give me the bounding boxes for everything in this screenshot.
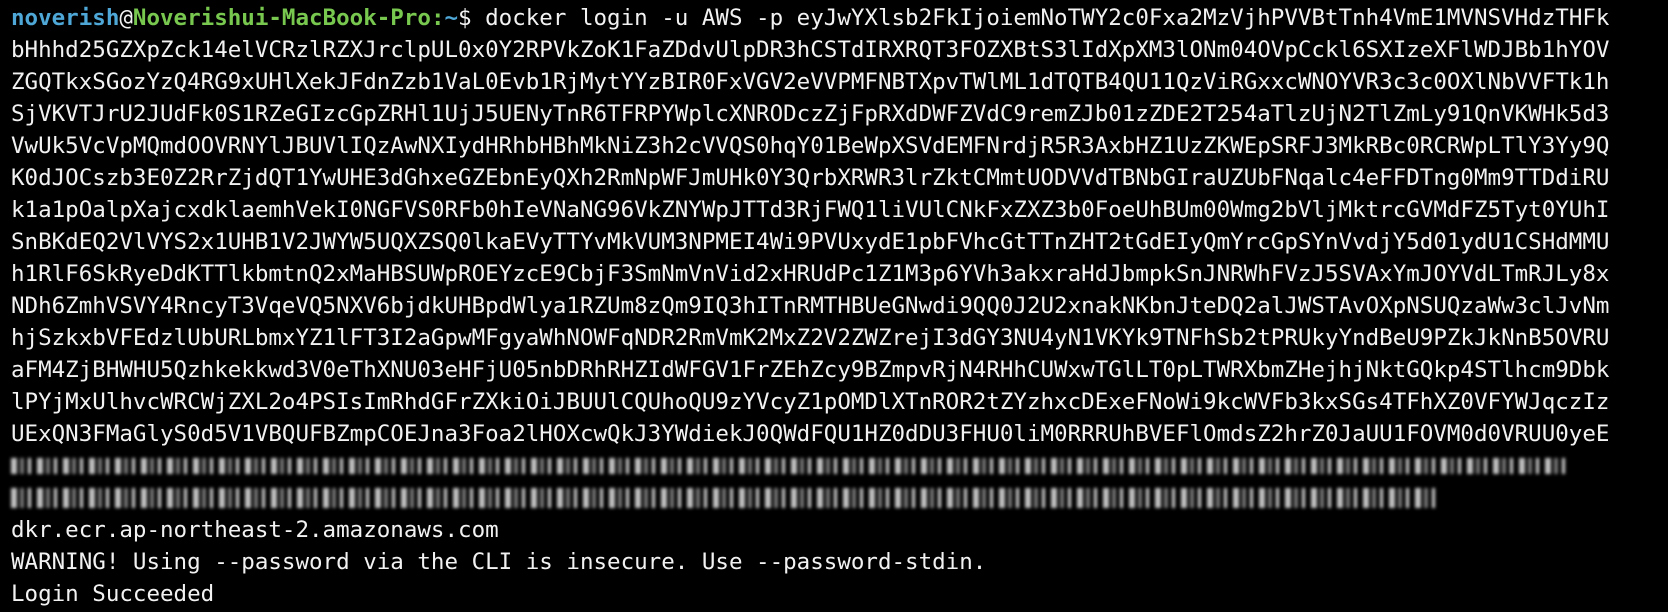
- output-success-line: Login Succeeded: [11, 581, 215, 607]
- terminal-window[interactable]: noverish@Noverishui-MacBook-Pro:~$ docke…: [0, 0, 1668, 612]
- output-registry-line: dkr.ecr.ap-northeast-2.amazonaws.com: [11, 517, 499, 543]
- prompt-at-sign: @: [119, 5, 133, 31]
- token-line: h1RlF6SkRyeDdKTTlkbmtnQ2xMaHBSUWpROEYzcE…: [11, 261, 1610, 287]
- token-line: NDh6ZmhVSVY4RncyT3VqeVQ5NXV6bjdkUHBpdWly…: [11, 293, 1610, 319]
- redacted-token-line: [11, 482, 1668, 514]
- token-line: SjVKVTJrU2JUdFk0S1RZeGIzcGpZRHl1UjJ5UENy…: [11, 101, 1610, 127]
- token-line: k1a1pOalpXajcxdklaemhVekI0NGFVS0RFb0hIeV…: [11, 197, 1610, 223]
- output-warning-line: WARNING! Using --password via the CLI is…: [11, 549, 987, 575]
- redacted-token-line: [11, 450, 1668, 482]
- token-line: VwUk5VcVpMQmdOOVRNYlJBUVlIQzAwNXIydHRhbH…: [11, 133, 1610, 159]
- token-line: bHhhd25GZXpZck14elVCRzlRZXJrclpUL0x0Y2RP…: [11, 37, 1610, 63]
- prompt-dollar: $: [458, 5, 472, 31]
- prompt-path: ~: [444, 5, 459, 31]
- token-line: lPYjMxUlhvcWRCWjZXL2o4PSIsImRhdGFrZXkiOi…: [11, 389, 1610, 415]
- token-line: hjSzkxbVFEdzlUbURLbmxYZ1lFT3I2aGpwMFgyaW…: [11, 325, 1610, 351]
- command-text: docker login -u AWS -p eyJwYXlsb2FkIjoie…: [471, 5, 1610, 31]
- prompt-user: noverish: [11, 5, 120, 31]
- prompt-hostname: Noverishui-MacBook-Pro: [132, 5, 431, 31]
- redaction-blur: [11, 488, 1441, 508]
- command-line: noverish@Noverishui-MacBook-Pro:~$ docke…: [11, 2, 1668, 34]
- token-line: aFM4ZjBHWHU5Qzhkekkwd3V0eThXNU03eHFjU05n…: [11, 357, 1610, 383]
- token-line: UExQN3FMaGlyS0d5V1VBQUFBZmpCOEJna3Foa2lH…: [11, 421, 1610, 447]
- token-line: K0dJOCszb3E0Z2RrZjdQT1YwUHE3dGhxeGZEbnEy…: [11, 165, 1610, 191]
- redaction-blur: [11, 458, 1571, 474]
- token-line: ZGQTkxSGozYzQ4RG9xUHlXekJFdnZzb1VaL0Evb1…: [11, 69, 1610, 95]
- token-line: SnBKdEQ2VlVYS2x1UHB1V2JWYW5UQXZSQ0lkaEVy…: [11, 229, 1610, 255]
- prompt-colon: :: [430, 5, 445, 31]
